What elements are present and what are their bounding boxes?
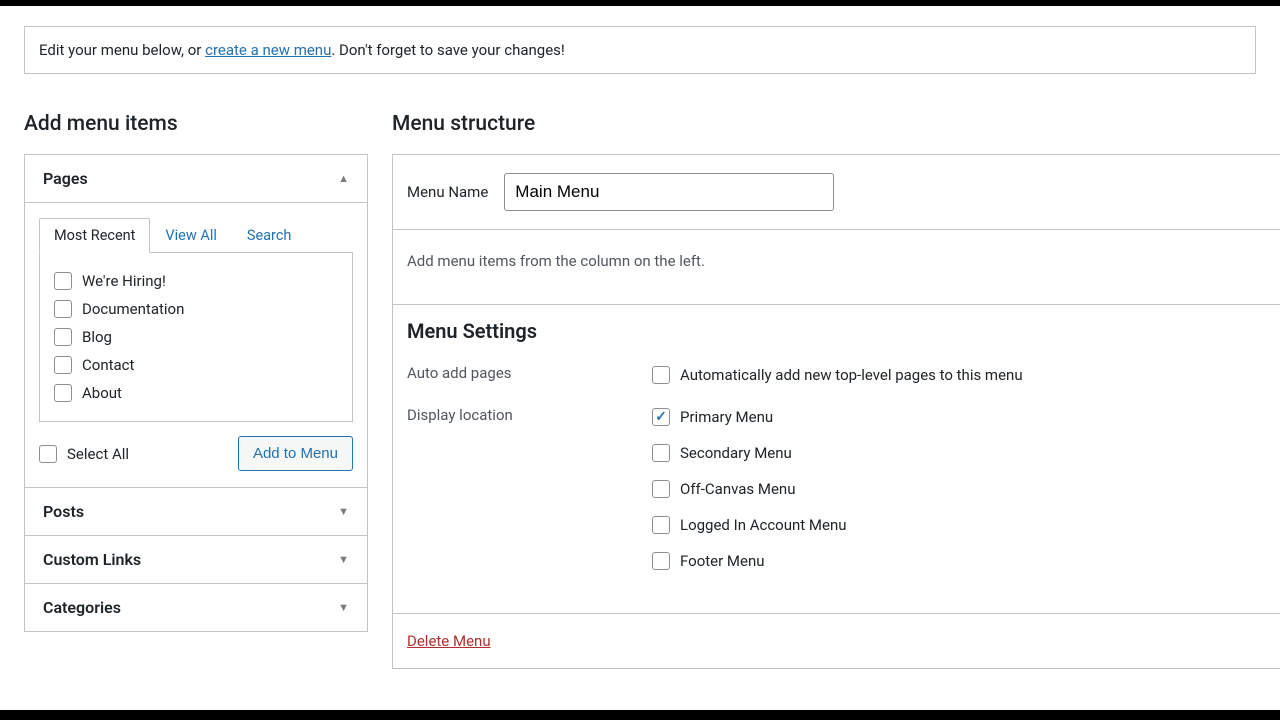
list-item[interactable]: Documentation <box>54 295 338 323</box>
menu-settings-title: Menu Settings <box>407 319 1266 343</box>
checkbox-icon[interactable] <box>54 272 72 290</box>
list-item[interactable]: We're Hiring! <box>54 267 338 295</box>
checkbox-icon[interactable] <box>652 552 670 570</box>
menu-header: Menu Name <box>393 155 1280 230</box>
accordion-label: Custom Links <box>43 550 141 569</box>
accordion-label: Categories <box>43 598 121 617</box>
checkbox-icon[interactable] <box>39 445 57 463</box>
menu-structure-title: Menu structure <box>392 112 1280 136</box>
accordion-categories[interactable]: Categories ▼ <box>25 583 367 631</box>
checkbox-icon[interactable] <box>652 480 670 498</box>
pages-list: We're Hiring! Documentation Blog Contact… <box>39 252 353 422</box>
instruction-notice: Edit your menu below, or create a new me… <box>24 26 1256 74</box>
list-item[interactable]: Blog <box>54 323 338 351</box>
checkbox-icon[interactable] <box>54 300 72 318</box>
list-item[interactable]: About <box>54 379 338 407</box>
create-new-menu-link[interactable]: create a new menu <box>205 41 331 59</box>
add-to-menu-button[interactable]: Add to Menu <box>238 436 353 471</box>
caret-down-icon: ▼ <box>338 601 349 614</box>
add-items-title: Add menu items <box>24 112 368 136</box>
display-location-label: Display location <box>407 403 652 424</box>
accordion-posts[interactable]: Posts ▼ <box>25 487 367 535</box>
caret-down-icon: ▼ <box>338 553 349 566</box>
checkbox-icon[interactable] <box>54 356 72 374</box>
checkbox-icon[interactable] <box>54 384 72 402</box>
auto-add-option[interactable]: Automatically add new top-level pages to… <box>652 361 1023 389</box>
select-all[interactable]: Select All <box>39 445 129 463</box>
accordion-custom-links[interactable]: Custom Links ▼ <box>25 535 367 583</box>
caret-down-icon: ▼ <box>338 505 349 518</box>
pages-body: Most Recent View All Search We're Hiring… <box>25 202 367 487</box>
display-location-option[interactable]: Off-Canvas Menu <box>652 475 847 503</box>
caret-up-icon: ▲ <box>338 172 349 185</box>
tab-view-all[interactable]: View All <box>150 218 231 253</box>
accordion-pages[interactable]: Pages ▲ <box>25 155 367 202</box>
tab-search[interactable]: Search <box>232 218 307 253</box>
display-location-option[interactable]: Logged In Account Menu <box>652 511 847 539</box>
checkbox-icon[interactable] <box>54 328 72 346</box>
checkbox-icon[interactable] <box>652 516 670 534</box>
tab-most-recent[interactable]: Most Recent <box>39 218 150 253</box>
menu-name-input[interactable] <box>504 173 834 211</box>
checkbox-icon[interactable] <box>652 408 670 426</box>
checkbox-icon[interactable] <box>652 444 670 462</box>
delete-menu-link[interactable]: Delete Menu <box>407 632 491 650</box>
menu-body-hint: Add menu items from the column on the le… <box>393 230 1280 305</box>
menu-name-label: Menu Name <box>407 183 488 201</box>
display-location-option[interactable]: Primary Menu <box>652 403 847 431</box>
list-item[interactable]: Contact <box>54 351 338 379</box>
notice-prefix: Edit your menu below, or <box>39 41 205 59</box>
display-location-option[interactable]: Secondary Menu <box>652 439 847 467</box>
display-location-option[interactable]: Footer Menu <box>652 547 847 575</box>
accordion-label: Pages <box>43 169 88 188</box>
menu-edit-panel: Menu Name Add menu items from the column… <box>392 154 1280 669</box>
accordion-label: Posts <box>43 502 84 521</box>
menu-settings: Menu Settings Auto add pages Automatical… <box>393 305 1280 614</box>
notice-suffix: . Don't forget to save your changes! <box>331 41 564 59</box>
add-items-panel: Pages ▲ Most Recent View All Search We'r… <box>24 154 368 632</box>
auto-add-label: Auto add pages <box>407 361 652 382</box>
checkbox-icon[interactable] <box>652 366 670 384</box>
